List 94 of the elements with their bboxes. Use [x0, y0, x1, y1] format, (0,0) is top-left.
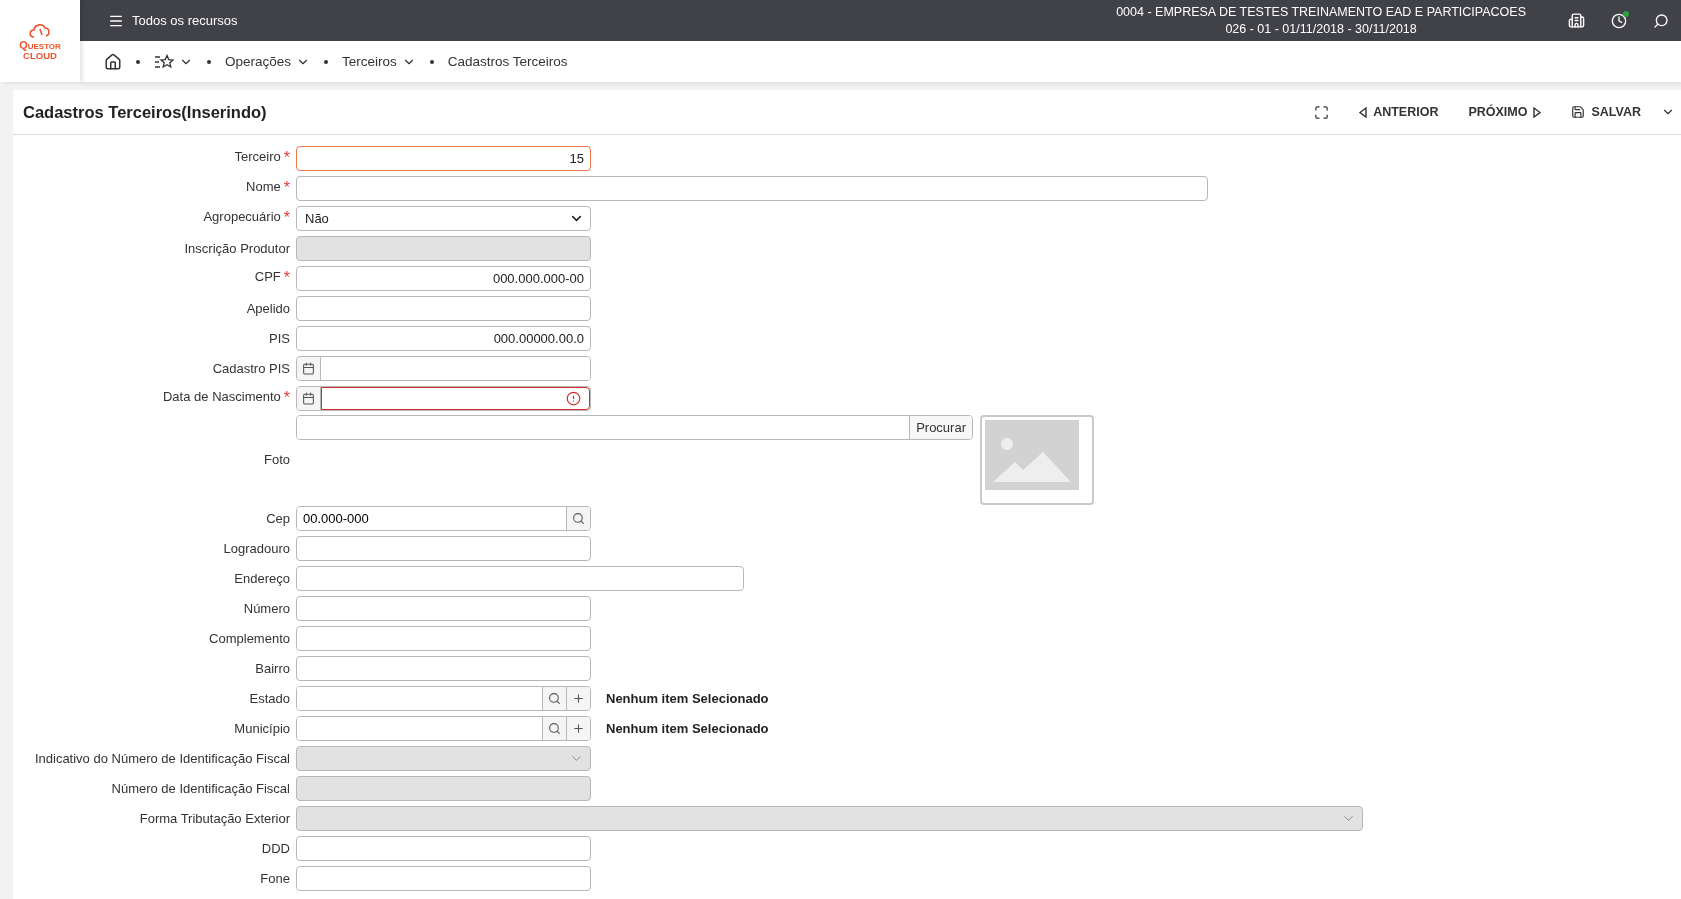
- browse-button[interactable]: Procurar: [909, 416, 972, 439]
- lookup-field[interactable]: [296, 715, 591, 741]
- search-button[interactable]: [542, 716, 566, 740]
- clock-icon: [1611, 12, 1627, 29]
- search-button[interactable]: [566, 506, 590, 530]
- field-label: Nome: [246, 179, 281, 196]
- input-field[interactable]: [296, 595, 591, 621]
- field-label: Logradouro: [223, 540, 290, 556]
- field-label: Estado: [249, 690, 290, 706]
- lookup-field[interactable]: 00.000-000: [296, 505, 591, 531]
- caret-right-icon: [1533, 106, 1542, 118]
- menu-button[interactable]: Todos os recursos: [108, 12, 238, 29]
- fullscreen-icon: [1314, 104, 1330, 120]
- next-button[interactable]: PRÓXIMO: [1468, 105, 1542, 119]
- required-mark: *: [283, 389, 290, 407]
- input-field[interactable]: [296, 835, 591, 861]
- history-button[interactable]: [1611, 12, 1627, 29]
- period-text: 026 - 01 - 01/11/2018 - 30/11/2018: [1225, 20, 1417, 38]
- field-label: Forma Tributação Exterior: [139, 810, 290, 826]
- field-label: Fone: [260, 870, 290, 886]
- logo-text: CLOUD: [23, 50, 57, 62]
- field-label: Inscrição Produtor: [184, 240, 290, 256]
- search-button[interactable]: [542, 686, 566, 710]
- company-name: 0004 - EMPRESA DE TESTES TREINAMENTO EAD E PARTICIPACOES: [1116, 3, 1526, 21]
- lookup-field[interactable]: [296, 685, 591, 711]
- home-button[interactable]: [104, 52, 122, 71]
- field-label: Endereço: [234, 570, 290, 586]
- logo[interactable]: Questor CLOUD: [0, 0, 80, 82]
- field-label: PIS: [269, 330, 290, 346]
- calendar-button[interactable]: [297, 386, 321, 410]
- add-button[interactable]: [566, 686, 590, 710]
- input-field[interactable]: 15: [296, 145, 591, 171]
- field-label: Indicativo do Número de Identificação Fiscal: [34, 750, 290, 766]
- select-field[interactable]: Não: [296, 205, 591, 231]
- star-list-icon: [154, 53, 174, 70]
- required-mark: *: [283, 179, 290, 197]
- field-label: Apelido: [246, 300, 290, 316]
- required-mark: *: [283, 149, 290, 167]
- company-button[interactable]: [1568, 12, 1585, 29]
- add-button[interactable]: [566, 716, 590, 740]
- home-icon: [104, 52, 122, 71]
- field-label: DDD: [261, 840, 290, 856]
- calendar-icon: [302, 391, 315, 405]
- input-field[interactable]: [296, 865, 591, 891]
- favorites-button[interactable]: [154, 53, 193, 70]
- error-icon: [566, 390, 581, 406]
- logo-text: Questor: [19, 38, 61, 51]
- field-label: Município: [234, 720, 290, 736]
- breadcrumb-item[interactable]: Terceiros: [342, 54, 416, 69]
- previous-button[interactable]: ANTERIOR: [1359, 105, 1439, 119]
- calendar-icon: [302, 361, 315, 375]
- field-label: Terceiro: [234, 149, 281, 166]
- plus-icon: [572, 691, 585, 705]
- search-button[interactable]: [1653, 12, 1669, 29]
- input-field[interactable]: 000.000.000-00: [296, 265, 591, 291]
- field-label: Data de Nascimento: [163, 389, 281, 406]
- breadcrumb-item[interactable]: Cadastros Terceiros: [447, 54, 568, 69]
- input-field[interactable]: [296, 655, 591, 681]
- date-field[interactable]: [296, 385, 591, 411]
- field-label: Complemento: [209, 630, 290, 646]
- input-field[interactable]: 000.00000.00.0: [296, 325, 591, 351]
- field-label: CPF: [254, 269, 281, 286]
- save-icon: [1571, 105, 1586, 119]
- search-icon: [572, 511, 585, 525]
- input-field[interactable]: [296, 295, 591, 321]
- input-field[interactable]: [296, 175, 1208, 201]
- date-field[interactable]: [296, 355, 591, 381]
- field-label: Bairro: [255, 660, 290, 676]
- building-icon: [1568, 12, 1585, 29]
- plus-icon: [572, 721, 585, 735]
- search-icon: [1653, 12, 1669, 29]
- field-label: Foto: [264, 451, 290, 467]
- page-title: Cadastros Terceiros(Inserindo): [23, 102, 267, 122]
- required-mark: *: [283, 269, 290, 287]
- field-label: Cep: [266, 510, 290, 526]
- search-icon: [548, 691, 561, 705]
- selection-text: Nenhum item Selecionado: [606, 720, 769, 736]
- search-icon: [548, 721, 561, 735]
- selection-text: Nenhum item Selecionado: [606, 690, 769, 706]
- required-mark: *: [283, 209, 290, 227]
- calendar-button[interactable]: [297, 356, 321, 380]
- input-field[interactable]: [296, 535, 591, 561]
- caret-left-icon: [1359, 106, 1368, 118]
- field-label: Cadastro PIS: [212, 360, 290, 376]
- input-field[interactable]: [296, 625, 591, 651]
- field-label: Número de Identificação Fiscal: [111, 780, 290, 796]
- input-field[interactable]: [296, 565, 744, 591]
- date-input[interactable]: [321, 386, 590, 410]
- file-field[interactable]: Procurar: [296, 415, 973, 440]
- breadcrumb-item[interactable]: Operações: [225, 54, 311, 69]
- field-label: Agropecuário: [203, 209, 281, 226]
- save-button[interactable]: SALVAR: [1571, 105, 1675, 119]
- field-label: Número: [243, 600, 290, 616]
- expand-button[interactable]: [1314, 104, 1330, 120]
